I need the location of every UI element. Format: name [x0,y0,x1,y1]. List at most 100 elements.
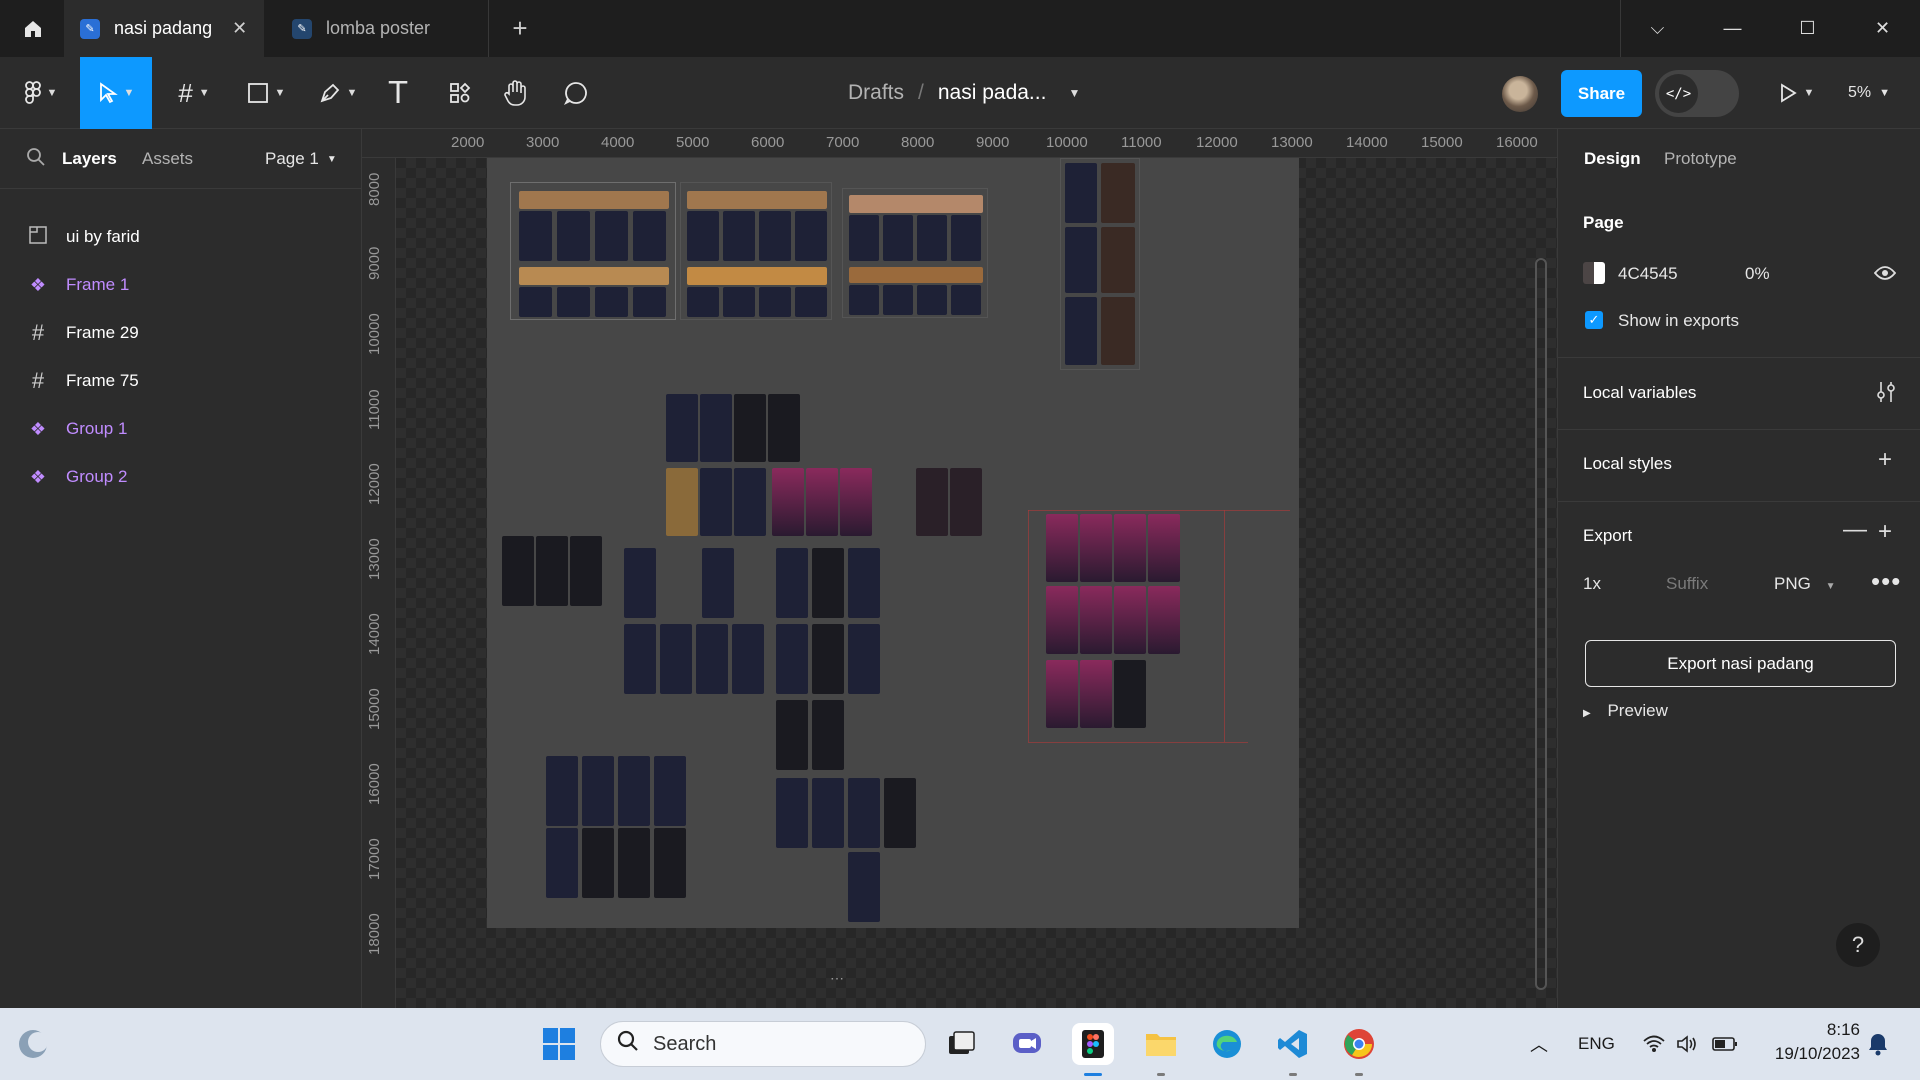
screen-thumb[interactable] [848,778,880,848]
export-button[interactable]: Export nasi padang [1585,640,1896,687]
layer-item[interactable]: ❖ Group 2 [0,453,362,501]
local-variables-label[interactable]: Local variables [1583,383,1696,403]
screen-thumb[interactable] [840,468,872,536]
screen-thumb[interactable] [806,468,838,536]
layer-item[interactable]: ❖ Frame 1 [0,261,362,309]
screen-thumb[interactable] [848,852,880,922]
layer-item[interactable]: # Frame 29 [0,309,362,357]
screen-thumb[interactable] [732,624,764,694]
screen-thumb[interactable] [848,624,880,694]
screen-thumb[interactable] [1080,586,1112,654]
page-color-opacity[interactable]: 0% [1745,264,1770,284]
task-view-icon[interactable] [940,1023,982,1065]
screen-thumb[interactable] [1114,514,1146,582]
battery-icon[interactable] [1712,1008,1738,1080]
zoom-control[interactable]: 5% ▼ [1848,57,1890,129]
taskbar-search[interactable]: Search [600,1021,926,1067]
screen-thumb[interactable] [1114,586,1146,654]
frame-tool[interactable]: # ▼ [164,57,224,129]
screen-thumb[interactable] [776,548,808,618]
chrome-icon[interactable] [1338,1023,1380,1065]
screen-thumb[interactable] [1046,660,1078,728]
new-tab-button[interactable]: + [500,0,540,57]
maximize-button[interactable]: ☐ [1770,0,1845,57]
breadcrumb-drafts[interactable]: Drafts [848,81,904,105]
text-tool[interactable]: T [378,57,418,129]
page-selector[interactable]: Page 1 ▼ [265,129,337,189]
frame-group[interactable] [1060,158,1140,370]
screen-thumb[interactable] [696,624,728,694]
language-indicator[interactable]: ENG [1578,1008,1615,1080]
screen-thumb[interactable] [776,778,808,848]
screen-thumb[interactable] [1046,514,1078,582]
shape-tool[interactable]: ▼ [236,57,296,129]
screen-thumb[interactable] [848,548,880,618]
present-button[interactable]: ▼ [1768,57,1824,129]
export-format-select[interactable]: PNG ▼ [1774,574,1835,594]
help-button[interactable]: ? [1836,923,1880,967]
screen-thumb[interactable] [702,548,734,618]
screen-thumb[interactable] [768,394,800,462]
move-tool[interactable]: ▼ [80,57,152,129]
screen-thumb[interactable] [1080,514,1112,582]
add-style-icon[interactable]: + [1878,446,1892,474]
screen-thumb[interactable] [546,756,578,826]
main-menu-button[interactable]: ▼ [12,57,70,129]
tray-overflow-icon[interactable]: ︿ [1530,1008,1548,1080]
food-thumb[interactable] [666,468,698,536]
screen-thumb[interactable] [624,548,656,618]
frame-group[interactable] [842,188,988,318]
layer-item[interactable]: ❖ Group 1 [0,405,362,453]
design-canvas[interactable]: ⋯ [396,158,1557,1008]
screen-thumb[interactable] [618,828,650,898]
minimize-button[interactable]: — [1695,0,1770,57]
avatar[interactable] [1502,76,1538,112]
remove-export-icon[interactable]: — [1843,516,1867,544]
add-export-icon[interactable]: + [1878,518,1892,546]
tab-design[interactable]: Design [1584,129,1641,189]
hand-tool[interactable] [496,57,536,129]
screen-thumb[interactable] [916,468,948,536]
edge-icon[interactable] [1206,1023,1248,1065]
screen-thumb[interactable] [812,624,844,694]
vscode-icon[interactable] [1272,1023,1314,1065]
screen-thumb[interactable] [1148,514,1180,582]
tab-assets[interactable]: Assets [142,129,193,189]
chevron-down-icon[interactable]: ▼ [1068,86,1080,100]
screen-thumb[interactable] [776,624,808,694]
screen-thumb[interactable] [502,536,534,606]
more-options-icon[interactable]: ••• [1871,566,1901,597]
close-tab-icon[interactable]: ✕ [232,18,247,39]
screen-thumb[interactable] [700,394,732,462]
screen-thumb[interactable] [734,394,766,462]
screen-thumb[interactable] [1148,586,1180,654]
screen-thumb[interactable] [582,828,614,898]
preview-toggle[interactable]: ▶ Preview [1583,701,1668,721]
meet-icon[interactable] [1006,1023,1048,1065]
start-icon[interactable] [538,1023,580,1065]
screen-thumb[interactable] [700,468,732,536]
tab-layers[interactable]: Layers [62,129,117,189]
screen-thumb[interactable] [660,624,692,694]
screen-thumb[interactable] [546,828,578,898]
figma-app-icon[interactable] [1072,1023,1114,1065]
tab-lomba-poster[interactable]: ✎ lomba poster [276,0,486,57]
wifi-icon[interactable] [1642,1008,1666,1080]
dev-mode-toggle[interactable]: </> [1655,70,1739,117]
weather-icon[interactable] [12,1023,54,1065]
screen-thumb[interactable] [618,756,650,826]
close-window-button[interactable]: ✕ [1845,0,1920,57]
screen-thumb[interactable] [1114,660,1146,728]
volume-icon[interactable] [1676,1008,1698,1080]
screen-thumb[interactable] [582,756,614,826]
notification-bell-icon[interactable] [1866,1008,1890,1080]
screen-thumb[interactable] [1080,660,1112,728]
screen-thumb[interactable] [812,700,844,770]
canvas-scrollbar[interactable] [1535,258,1547,990]
chevron-down-icon[interactable]: ⌵ [1620,0,1695,57]
screen-thumb[interactable] [884,778,916,848]
eye-icon[interactable] [1873,265,1897,286]
search-icon[interactable] [26,147,46,172]
tab-prototype[interactable]: Prototype [1664,129,1737,189]
screen-thumb[interactable] [772,468,804,536]
